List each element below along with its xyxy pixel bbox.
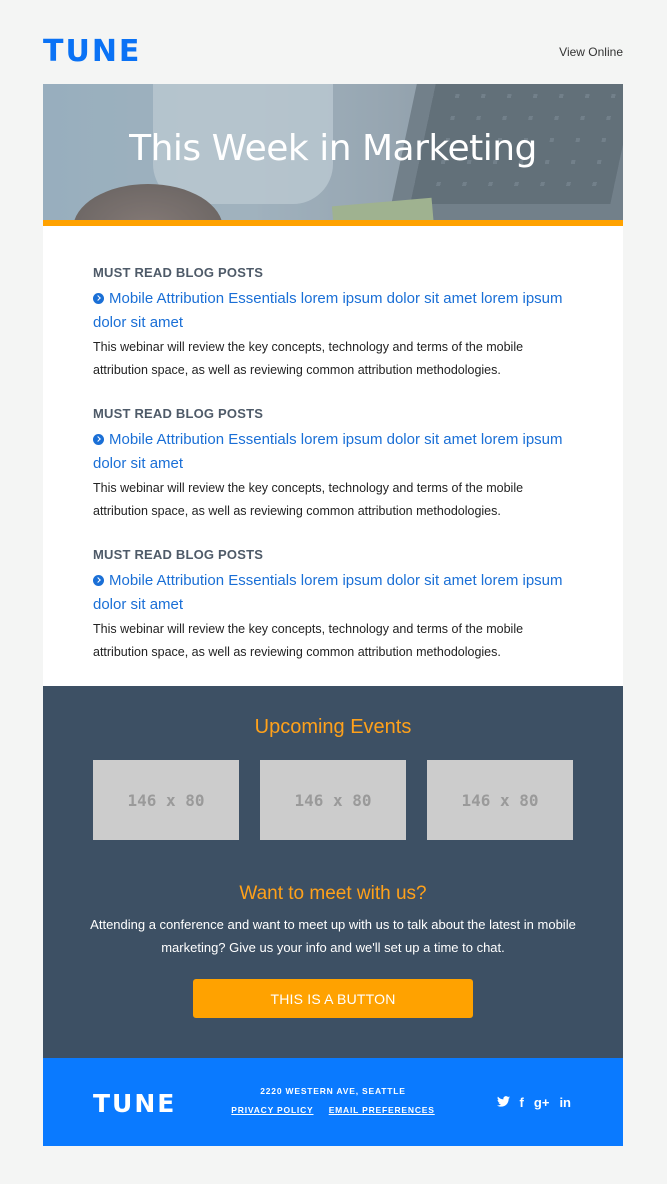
meet-heading: Want to meet with us? — [239, 883, 427, 904]
view-online-link[interactable]: View Online — [559, 45, 623, 59]
post-title-link[interactable]: Mobile Attribution Essentials lorem ipsu… — [93, 428, 573, 476]
post-kicker: MUST READ BLOG POSTS — [93, 406, 264, 421]
chevron-circle-right-icon — [93, 293, 104, 304]
events-heading: Upcoming Events — [254, 716, 412, 738]
email-preferences-link[interactable]: EMAIL PREFERENCES — [329, 1105, 435, 1115]
facebook-icon[interactable]: f — [520, 1095, 524, 1111]
hero-title: This Week in Marketing — [129, 128, 537, 169]
post-kicker: MUST READ BLOG POSTS — [93, 547, 264, 562]
blog-post: MUST READ BLOG POSTS Mobile Attribution … — [93, 547, 573, 664]
blog-post: MUST READ BLOG POSTS Mobile Attribution … — [93, 406, 573, 523]
twitter-icon[interactable] — [496, 1095, 510, 1111]
social-links: f g+ in — [496, 1095, 571, 1111]
post-title-link[interactable]: Mobile Attribution Essentials lorem ipsu… — [93, 287, 573, 335]
post-description: This webinar will review the key concept… — [93, 340, 524, 377]
meet-text: Attending a conference and want to meet … — [90, 917, 576, 955]
linkedin-icon[interactable]: in — [559, 1095, 571, 1111]
blog-posts-section: MUST READ BLOG POSTS Mobile Attribution … — [43, 226, 623, 686]
post-title-text: Mobile Attribution Essentials lorem ipsu… — [93, 290, 563, 331]
post-kicker: MUST READ BLOG POSTS — [93, 265, 264, 280]
event-thumbnail[interactable]: 146 x 80 — [93, 760, 239, 840]
tune-logo[interactable]: TUNE — [43, 36, 141, 68]
event-thumbnail[interactable]: 146 x 80 — [427, 760, 573, 840]
events-section: Upcoming Events 146 x 80 146 x 80 146 x … — [43, 686, 623, 1058]
chevron-circle-right-icon — [93, 434, 104, 445]
footer: TUNE 2220 WESTERN AVE, SEATTLE PRIVACY P… — [43, 1058, 623, 1146]
post-title-text: Mobile Attribution Essentials lorem ipsu… — [93, 572, 563, 613]
chevron-circle-right-icon — [93, 575, 104, 586]
post-title-link[interactable]: Mobile Attribution Essentials lorem ipsu… — [93, 569, 573, 617]
google-plus-icon[interactable]: g+ — [534, 1095, 550, 1111]
blog-post: MUST READ BLOG POSTS Mobile Attribution … — [93, 265, 573, 382]
post-description: This webinar will review the key concept… — [93, 622, 524, 659]
post-description: This webinar will review the key concept… — [93, 481, 524, 518]
privacy-policy-link[interactable]: PRIVACY POLICY — [231, 1105, 313, 1115]
cta-button[interactable]: THIS IS A BUTTON — [193, 979, 473, 1018]
post-title-text: Mobile Attribution Essentials lorem ipsu… — [93, 431, 563, 472]
event-thumbnail[interactable]: 146 x 80 — [260, 760, 406, 840]
hero-banner: This Week in Marketing — [43, 84, 623, 220]
